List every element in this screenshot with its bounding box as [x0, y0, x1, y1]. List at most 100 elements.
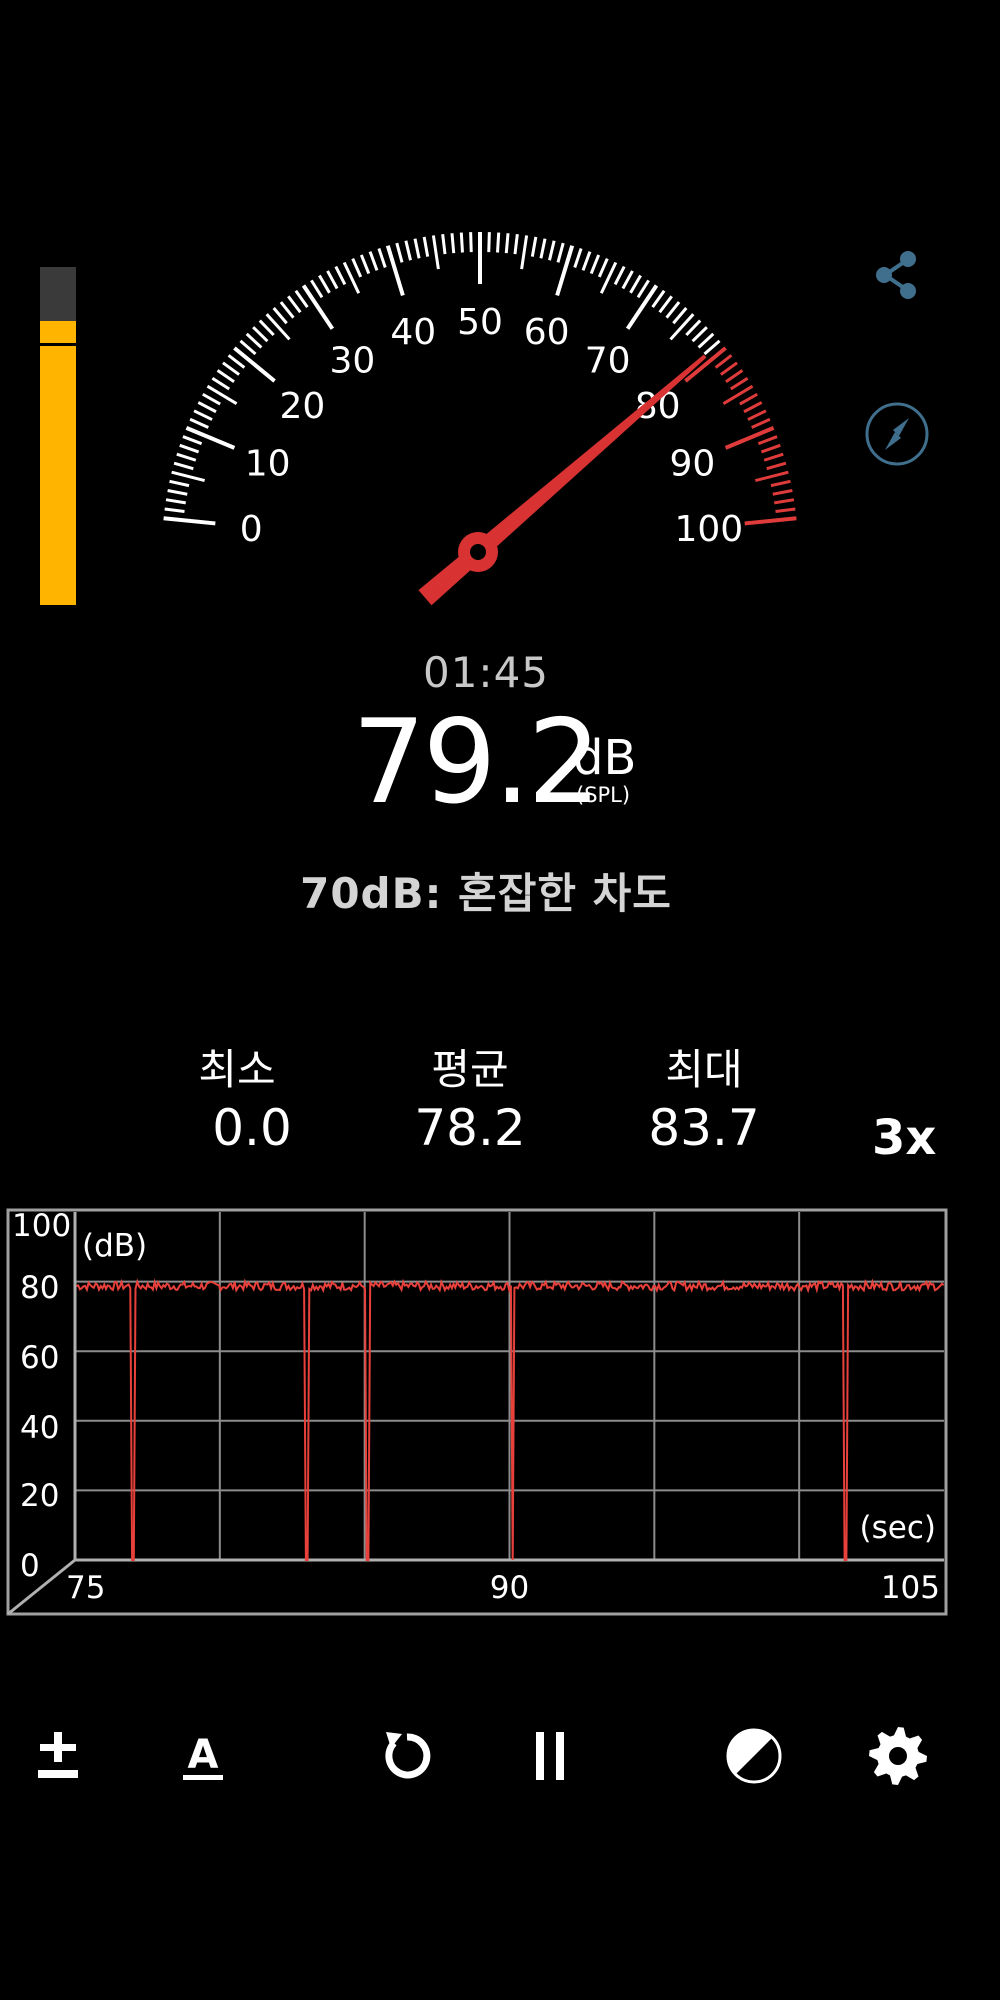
- chart-xtick-label: 75: [66, 1570, 105, 1606]
- gauge-tick: [530, 236, 538, 257]
- gauge-tick: [294, 289, 309, 308]
- gauge-tick: [165, 498, 186, 505]
- a-weighting-icon[interactable]: A: [163, 1716, 243, 1796]
- chart-ytick-label: 60: [20, 1340, 59, 1376]
- gauge-tick: [763, 452, 784, 462]
- gauge-tick: [334, 265, 347, 286]
- level-meter-fill: [40, 321, 76, 605]
- gauge-tick: [326, 270, 339, 290]
- gauge-tick: [658, 295, 673, 314]
- gauge-tick: [222, 361, 241, 376]
- stat-avg-value: 78.2: [414, 1099, 526, 1157]
- chart-speed-button[interactable]: 3x: [872, 1110, 936, 1166]
- gauge-tick: [413, 238, 421, 259]
- chart-xlabel: (sec): [860, 1510, 936, 1546]
- gauge-tick: [310, 279, 324, 299]
- gauge-tick: [556, 242, 565, 263]
- gauge-tick: [459, 232, 464, 253]
- gauge-tick: [504, 233, 510, 254]
- gauge-tick: [245, 332, 263, 349]
- gauge-tick: [182, 435, 203, 446]
- gauge-tick: [272, 307, 288, 325]
- gauge-tick: [359, 254, 371, 275]
- gauge-tick: [211, 376, 231, 391]
- gauge-tick: [197, 401, 217, 414]
- gauge-tick: [239, 339, 257, 356]
- noise-reference-text: 70dB: 혼잡한 차도: [300, 869, 672, 918]
- chart-perspective-line: [7, 1558, 76, 1616]
- gauge-tick: [770, 479, 791, 488]
- gauge-tick: [597, 257, 609, 278]
- gauge-tick-label: 20: [279, 386, 325, 427]
- gauge-tick: [729, 376, 749, 391]
- elapsed-timer: 01:45: [422, 648, 550, 697]
- gauge-tick: [167, 489, 188, 496]
- gear-icon[interactable]: [858, 1716, 938, 1796]
- gauge-tick: [469, 232, 473, 253]
- gauge-tick-label: 40: [390, 312, 436, 353]
- gauge-tick: [377, 248, 387, 268]
- gauge-tick: [581, 251, 592, 271]
- contrast-icon[interactable]: [714, 1716, 794, 1796]
- chart-xtick-label: 90: [490, 1570, 529, 1606]
- gauge-tick-label: 60: [524, 312, 570, 353]
- gauge-tick-label: 30: [329, 341, 375, 382]
- gauge-tick: [621, 270, 634, 290]
- gauge-needle-shape: [418, 354, 707, 606]
- chart-border: [6, 1208, 948, 1616]
- reset-icon[interactable]: [367, 1716, 447, 1796]
- chart-ytick-label: 20: [20, 1478, 59, 1514]
- chart-ytick-label: 100: [12, 1208, 71, 1244]
- gauge-tick: [724, 426, 775, 450]
- stat-avg: 평균 78.2: [370, 1036, 570, 1157]
- gauge-tick: [651, 289, 666, 308]
- level-meter: [40, 267, 76, 605]
- gauge-tick: [173, 461, 194, 471]
- gauge-tick: [757, 435, 778, 446]
- gauge-tick: [265, 313, 291, 341]
- gauge-tick: [189, 417, 209, 429]
- gauge-tick: [548, 240, 556, 261]
- gauge-tick: [539, 238, 547, 259]
- gauge-tick: [202, 392, 221, 406]
- gauge-tick: [636, 279, 650, 299]
- gauge-tick: [669, 313, 695, 341]
- gauge-tick: [450, 233, 456, 254]
- gauge-tick: [179, 443, 200, 454]
- gauge-tick: [171, 470, 205, 482]
- gauge-tick: [589, 254, 601, 275]
- db-history-chart: 100 80 60 40 20 0 75 90 105 (dB) (sec): [6, 1208, 948, 1616]
- analog-gauge: 010203040 50 60708090100: [163, 232, 797, 606]
- db-unit-label: dB: [573, 730, 637, 786]
- gauge-tick: [163, 516, 216, 526]
- gauge-tick: [629, 274, 642, 294]
- gauge-tick-label: 10: [245, 444, 291, 485]
- gauge-tick: [487, 232, 491, 253]
- chart-xtick-label: 105: [881, 1570, 940, 1606]
- gauge-needle: [418, 354, 707, 606]
- gauge-tick: [252, 326, 269, 343]
- chart-grid: [7, 1212, 944, 1616]
- gauge-tick: [422, 236, 430, 257]
- calibrate-icon[interactable]: [18, 1716, 98, 1796]
- gauge-tick: [747, 409, 767, 421]
- stat-max-label: 최대: [665, 1045, 743, 1094]
- gauge-tick: [744, 516, 797, 526]
- gauge-tick: [193, 409, 213, 421]
- gauge-tick: [672, 307, 688, 325]
- chart-ytick-label: 80: [20, 1270, 59, 1306]
- stat-max: 최대 83.7: [604, 1036, 804, 1157]
- gauge-tick: [395, 242, 404, 263]
- gauge-tick: [441, 234, 447, 255]
- gauge-tick: [368, 251, 379, 271]
- gauge-pivot-center: [470, 544, 486, 560]
- gauge-tick: [766, 461, 787, 471]
- gauge-tick: [227, 354, 246, 369]
- gauge-tick: [685, 319, 702, 337]
- share-icon[interactable]: [862, 240, 932, 310]
- compass-icon[interactable]: [862, 399, 932, 469]
- gauge-tick: [169, 479, 190, 488]
- pause-icon[interactable]: [510, 1716, 590, 1796]
- gauge-tick: [404, 240, 412, 261]
- gauge-tick: [719, 361, 738, 376]
